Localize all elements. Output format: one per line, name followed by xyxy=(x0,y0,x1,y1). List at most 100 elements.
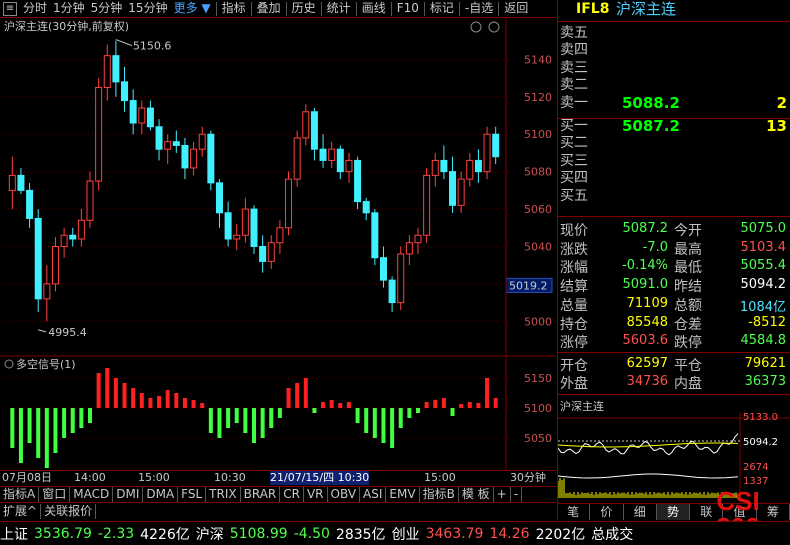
quote-tab[interactable]: 势 xyxy=(656,504,691,520)
signal-bar xyxy=(18,408,23,463)
indicator-tab[interactable]: 模 板 xyxy=(459,487,494,502)
candle-body xyxy=(267,242,275,262)
quote-value: 34736 xyxy=(626,374,668,389)
orderbook-label: 买五 xyxy=(560,187,588,204)
signal-bar xyxy=(70,408,75,433)
indicator-tab[interactable]: + xyxy=(494,487,511,502)
signal-bar xyxy=(364,408,369,433)
indicator-tab[interactable]: 指标B xyxy=(420,487,459,502)
signal-bar xyxy=(424,402,429,408)
candle-body xyxy=(138,107,146,124)
toolbar-btn-0[interactable]: 指标 xyxy=(219,0,249,17)
signal-bar xyxy=(182,398,187,408)
candle-body xyxy=(172,141,180,146)
kline-chart[interactable]: 沪深主连(30分钟,前复权) 5140 5120 5100 5080 5060 5040 50… xyxy=(0,18,556,470)
indicator-tab[interactable]: FSL xyxy=(178,487,207,502)
toolbar-btn-3[interactable]: 统计 xyxy=(324,0,354,17)
gear-icon[interactable] xyxy=(4,359,14,369)
period-1[interactable]: 1分钟 xyxy=(50,0,88,17)
period-0[interactable]: 分时 xyxy=(20,0,50,17)
indicator-tab[interactable]: - xyxy=(511,487,523,502)
indicator-tab[interactable]: CR xyxy=(280,487,304,502)
bottom-tab[interactable]: 关联报价 xyxy=(41,504,97,519)
indicator-tab[interactable]: BRAR xyxy=(241,487,281,502)
toolbar-btn-5[interactable]: F10 xyxy=(394,0,422,17)
divider xyxy=(558,118,790,119)
indicator-tab[interactable]: ASI xyxy=(360,487,387,502)
settings-icon[interactable] xyxy=(470,21,482,33)
candle-body xyxy=(457,178,465,206)
quote-label: 平仓 xyxy=(674,358,702,374)
candle-body xyxy=(440,159,448,173)
signal-bar xyxy=(191,400,196,408)
candle-body xyxy=(60,234,68,247)
quote-header: IFL8 沪深主连 xyxy=(558,1,790,21)
signal-bar xyxy=(381,408,386,443)
quote-value: 5603.6 xyxy=(622,333,669,349)
signal-bar xyxy=(277,408,282,418)
toolbar-btn-8[interactable]: 返回 xyxy=(501,0,531,17)
toolbar-btn-4[interactable]: 画线 xyxy=(359,0,389,17)
close-icon[interactable] xyxy=(488,21,500,33)
contract-name: 沪深主连 xyxy=(616,0,677,18)
period-2[interactable]: 5分钟 xyxy=(88,0,126,17)
candle-body xyxy=(121,81,129,102)
quote-tab[interactable]: 价 xyxy=(590,504,624,520)
indicator-tab[interactable]: 指标A xyxy=(0,487,40,502)
low-pointer xyxy=(38,329,47,333)
quote-tab[interactable]: 笔 xyxy=(557,504,591,520)
orderbook-label: 买四 xyxy=(560,170,588,187)
signal-bar xyxy=(44,408,49,468)
indicator-tab[interactable]: TRIX xyxy=(206,487,241,502)
quote-value: 5103.4 xyxy=(740,239,787,255)
orderbook-row: 卖四 xyxy=(558,42,790,59)
quote-label: 总量 xyxy=(560,297,588,314)
quote-label: 持仓 xyxy=(560,316,588,333)
candle-body xyxy=(43,283,51,300)
indicator-tab[interactable]: OBV xyxy=(328,487,361,502)
signal-bar xyxy=(148,398,153,408)
candle-body xyxy=(371,212,379,259)
quote-value: 5087.2 xyxy=(622,221,669,236)
toolbar-btn-7[interactable]: -自选 xyxy=(462,0,496,17)
toolbar-btn-6[interactable]: 标记 xyxy=(427,0,457,17)
status-item: 上证 xyxy=(0,526,28,543)
indicator-tab[interactable]: VR xyxy=(304,487,328,502)
candle-body xyxy=(233,234,241,240)
indicator-tab[interactable]: DMA xyxy=(143,487,179,502)
candle-body xyxy=(293,137,301,180)
more-periods[interactable]: 更多 ▼ xyxy=(171,0,214,17)
candle-body xyxy=(155,126,163,150)
candle-body xyxy=(423,174,431,236)
candle-body xyxy=(405,242,413,255)
menu-icon[interactable]: ≡ xyxy=(3,1,17,16)
candle-body xyxy=(449,171,457,206)
signal-bar xyxy=(338,403,343,408)
toolbar: ≡ 分时 1分钟 5分钟 15分钟 更多 ▼ 指标 叠加 历史 统计 画线 F10 标记 -自选 返回 xyxy=(0,0,556,18)
candle-body xyxy=(354,159,362,203)
signal-bar xyxy=(416,408,420,413)
indicator-tab[interactable]: 窗口 xyxy=(39,487,71,502)
signal-bar xyxy=(441,398,446,408)
toolbar-btn-2[interactable]: 历史 xyxy=(289,0,319,17)
signal-bar xyxy=(390,408,395,448)
indicator-tab[interactable]: MACD xyxy=(70,487,114,502)
quote-tab[interactable]: 细 xyxy=(624,504,657,520)
time-label: 07月08日 xyxy=(2,471,52,484)
candle-body xyxy=(431,159,439,176)
candle-body xyxy=(397,253,405,304)
divider xyxy=(558,216,790,217)
status-item: 3463.79 xyxy=(425,525,484,542)
period-3[interactable]: 15分钟 xyxy=(125,0,170,17)
bottom-tab[interactable]: 扩展^ xyxy=(0,504,42,519)
candle-body xyxy=(492,133,500,158)
toolbar-btn-1[interactable]: 叠加 xyxy=(254,0,284,17)
signal-bar xyxy=(113,378,118,408)
price-tick: 5140 xyxy=(524,53,552,66)
orderbook-row: 卖三 xyxy=(558,60,790,77)
candle-body xyxy=(86,180,94,221)
signal-bar xyxy=(122,383,127,408)
orderbook-label: 卖三 xyxy=(560,59,588,76)
indicator-tab[interactable]: DMI xyxy=(113,487,144,502)
indicator-tab[interactable]: EMV xyxy=(386,487,420,502)
